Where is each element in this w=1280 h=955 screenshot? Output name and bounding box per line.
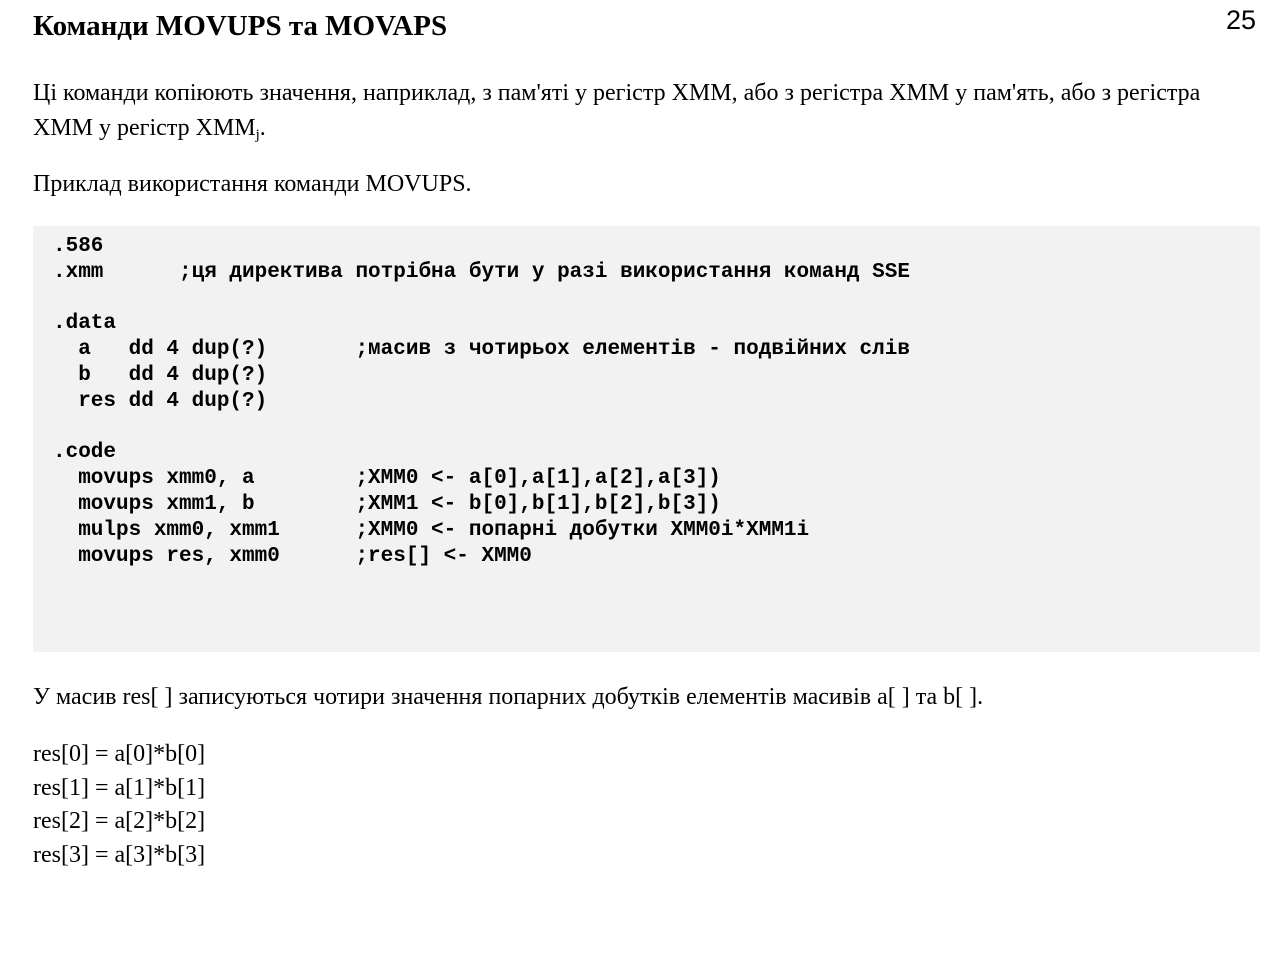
summary-paragraph: У масив res[ ] записуються чотири значен… bbox=[33, 684, 984, 710]
formula-item: res[0] = a[0]*b[0] bbox=[33, 741, 206, 767]
code-line: a dd 4 dup(?) ;масив з чотирьох елементі… bbox=[53, 338, 910, 362]
code-line: b dd 4 dup(?) bbox=[53, 363, 268, 387]
example-label: Приклад використання команди MOVUPS. bbox=[33, 171, 472, 197]
formula-item: res[3] = a[3]*b[3] bbox=[33, 841, 206, 868]
page-title: Команди MOVUPS та MOVAPS bbox=[33, 10, 448, 42]
intro-text: Ці команди копіюють значення, наприклад,… bbox=[33, 80, 1201, 141]
code-line: res dd 4 dup(?) bbox=[53, 389, 268, 413]
code-line: movups xmm0, a ;XMM0 <- a[0],a[1],a[2],a… bbox=[53, 467, 721, 491]
code-line: .586 bbox=[53, 235, 104, 258]
code-line: movups res, xmm0 ;res[] <- XMM0 bbox=[53, 544, 532, 568]
intro-paragraph: Ці команди копіюють значення, наприклад,… bbox=[33, 76, 1263, 146]
formula-list: res[0] = a[0]*b[0] res[1] = a[1]*b[1] re… bbox=[33, 738, 205, 872]
code-line: .data bbox=[53, 312, 117, 336]
code-line: .xmm ;ця директива потрібна бути у разі … bbox=[53, 260, 910, 284]
page-number: 25 bbox=[1225, 5, 1256, 35]
code-line: mulps xmm0, xmm1 ;XMM0 <- попарні добутк… bbox=[53, 518, 810, 542]
code-listing: .586 .xmm ;ця директива потрібна бути у р… bbox=[33, 226, 1260, 569]
formula-item: res[1] = a[1]*b[1] bbox=[33, 774, 206, 801]
formula-item: res[2] = a[2]*b[2] bbox=[33, 808, 206, 834]
code-block: .586 .xmm ;ця директива потрібна бути у р… bbox=[33, 226, 1260, 652]
intro-tail: . bbox=[259, 115, 266, 141]
code-line: .code bbox=[53, 441, 117, 465]
code-line: movups xmm1, b ;XMM1 <- b[0],b[1],b[2],b… bbox=[53, 492, 721, 516]
